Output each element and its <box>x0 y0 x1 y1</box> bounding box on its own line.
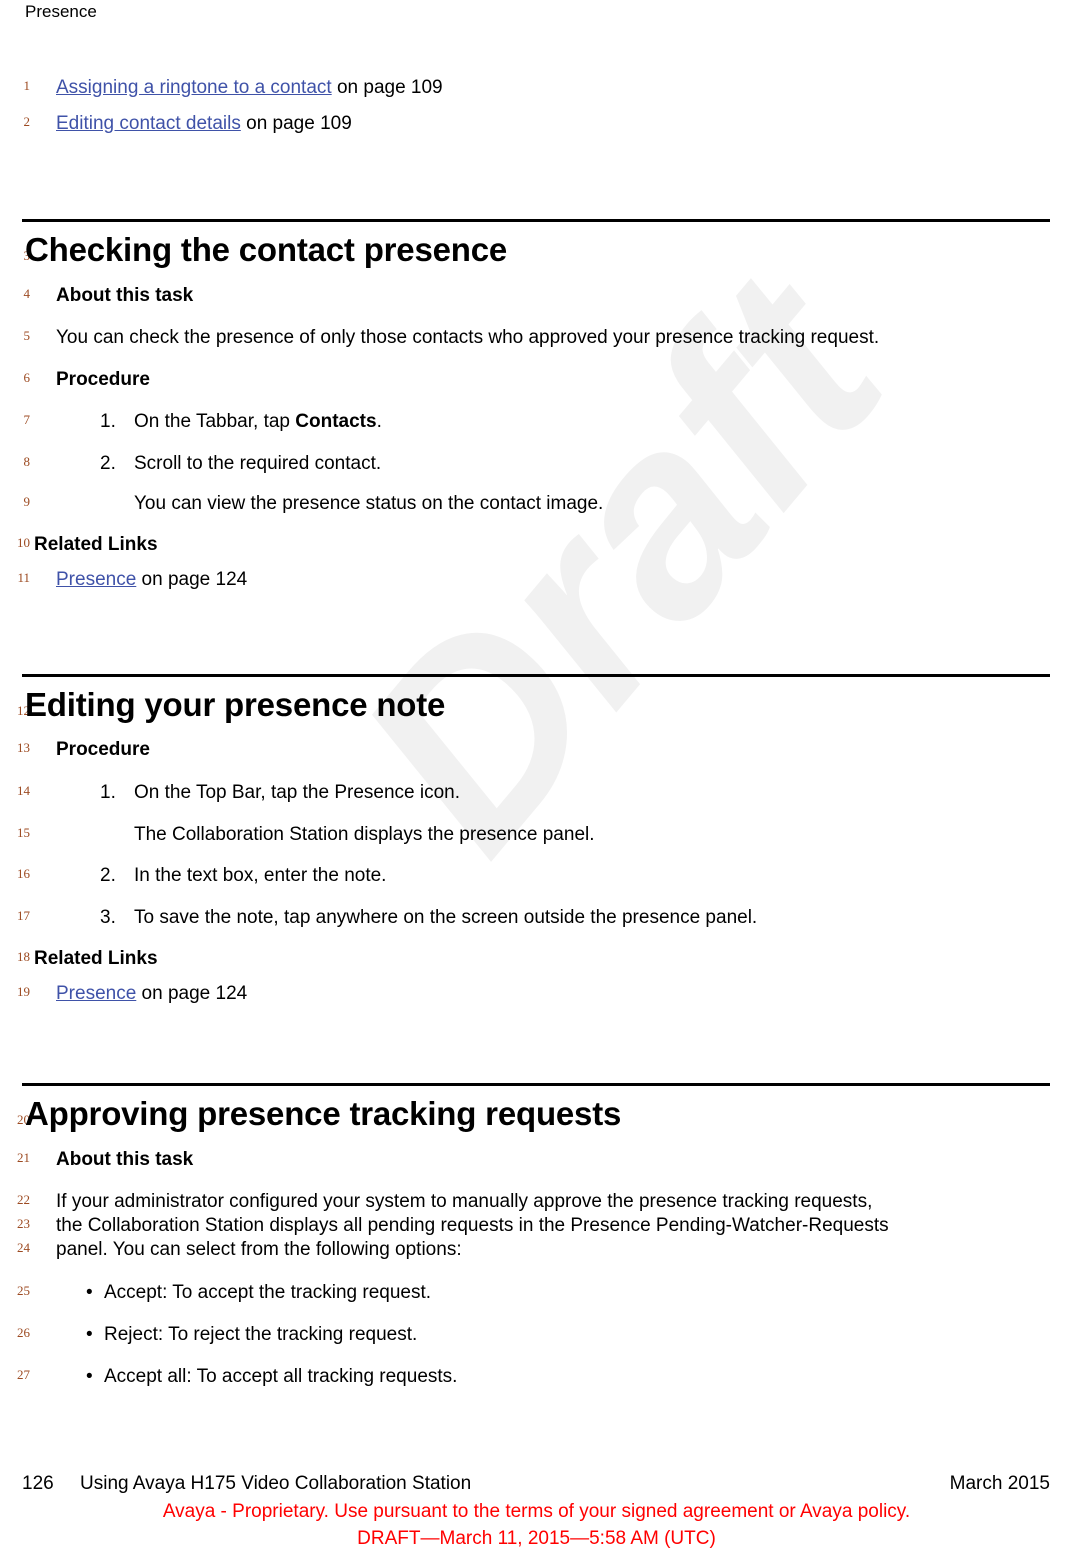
line-number: 11 <box>17 570 30 585</box>
page-title: Checking the contact presence <box>25 231 508 268</box>
paragraph-line: If your administrator configured your sy… <box>56 1191 873 1212</box>
line-number: 23 <box>17 1216 30 1231</box>
step-text-after: . <box>376 411 382 432</box>
running-header: Presence <box>25 2 97 21</box>
line-number: 25 <box>17 1283 30 1298</box>
step-number: 2. <box>100 453 116 474</box>
bullet-marker-icon: • <box>86 1324 93 1345</box>
line-number: 27 <box>17 1367 30 1382</box>
procedure-label: Procedure <box>56 369 150 390</box>
related-links-label: Related Links <box>34 948 158 969</box>
link-presence[interactable]: Presence <box>56 569 136 590</box>
step-text: On the Top Bar, tap the Presence icon. <box>134 782 461 803</box>
bullet-marker-icon: • <box>86 1282 93 1303</box>
procedure-label: Procedure <box>56 739 150 760</box>
related-link-item: Presence on page 124 <box>56 568 247 592</box>
line-number: 17 <box>17 908 30 923</box>
line-number: 2 <box>23 114 31 129</box>
step-result-text: The Collaboration Station displays the p… <box>134 824 595 845</box>
footer-page-number: 126 <box>22 1473 54 1494</box>
line-number: 4 <box>23 286 31 301</box>
document-page: Presence 1 Assigning a ringtone to a con… <box>0 0 1073 1556</box>
line-number: 8 <box>23 454 31 469</box>
bullet-text: Reject: To reject the tracking request. <box>104 1324 418 1345</box>
step-result-text: You can view the presence status on the … <box>134 493 604 514</box>
line-number: 18 <box>17 949 30 964</box>
related-link-item: Assigning a ringtone to a contact on pag… <box>56 76 443 100</box>
step-text: To save the note, tap anywhere on the sc… <box>134 907 758 928</box>
line-number: 7 <box>23 412 31 427</box>
line-number: 6 <box>23 370 31 385</box>
related-link-suffix: on page 124 <box>136 569 248 590</box>
footer-date: March 2015 <box>949 1473 1050 1494</box>
line-number: 5 <box>23 328 31 343</box>
related-link-item: Editing contact details on page 109 <box>56 112 352 136</box>
step-text: Scroll to the required contact. <box>134 453 382 474</box>
line-number: 21 <box>17 1150 30 1165</box>
line-number: 14 <box>17 783 30 798</box>
section-rule <box>22 1083 1050 1086</box>
line-number: 26 <box>17 1325 30 1340</box>
link-presence[interactable]: Presence <box>56 983 136 1004</box>
step-text: On the Tabbar, tap Contacts. <box>134 410 382 434</box>
step-text-before: On the Tabbar, tap <box>134 411 296 432</box>
link-assigning-ringtone[interactable]: Assigning a ringtone to a contact <box>56 77 332 98</box>
line-number: 15 <box>17 825 30 840</box>
footer-document-title: Using Avaya H175 Video Collaboration Sta… <box>80 1473 472 1494</box>
bullet-marker-icon: • <box>86 1366 93 1387</box>
line-number: 1 <box>23 78 31 93</box>
line-number: 19 <box>17 984 30 999</box>
step-number: 1. <box>100 411 116 432</box>
related-link-suffix: on page 109 <box>331 77 443 98</box>
link-editing-contact-details[interactable]: Editing contact details <box>56 113 241 134</box>
about-this-task-label: About this task <box>56 285 194 306</box>
bullet-text: Accept all: To accept all tracking reque… <box>104 1366 458 1387</box>
paragraph-line: panel. You can select from the following… <box>56 1239 462 1260</box>
line-number: 16 <box>17 866 30 881</box>
step-number: 1. <box>100 782 116 803</box>
paragraph-line: the Collaboration Station displays all p… <box>56 1215 889 1236</box>
related-links-label: Related Links <box>34 534 158 555</box>
step-text: In the text box, enter the note. <box>134 865 387 886</box>
about-this-task-body: You can check the presence of only those… <box>56 327 880 348</box>
footer-proprietary-notice: Avaya - Proprietary. Use pursuant to the… <box>162 1501 911 1522</box>
line-number: 10 <box>17 535 30 550</box>
related-link-suffix: on page 109 <box>240 113 352 134</box>
section-rule <box>22 674 1050 677</box>
line-number: 24 <box>17 1240 30 1255</box>
about-this-task-label: About this task <box>56 1149 194 1170</box>
step-number: 3. <box>100 907 116 928</box>
step-number: 2. <box>100 865 116 886</box>
line-number: 13 <box>17 740 30 755</box>
footer-draft-stamp: DRAFT—March 11, 2015—5:58 AM (UTC) <box>357 1528 716 1549</box>
step-text-bold: Contacts <box>295 411 377 432</box>
page-title: Approving presence tracking requests <box>25 1095 622 1132</box>
section-rule <box>22 219 1050 222</box>
line-number: 9 <box>23 494 31 509</box>
related-link-suffix: on page 124 <box>136 983 248 1004</box>
page-title: Editing your presence note <box>25 686 446 723</box>
related-link-item: Presence on page 124 <box>56 982 247 1006</box>
bullet-text: Accept: To accept the tracking request. <box>104 1282 432 1303</box>
line-number: 22 <box>17 1192 30 1207</box>
